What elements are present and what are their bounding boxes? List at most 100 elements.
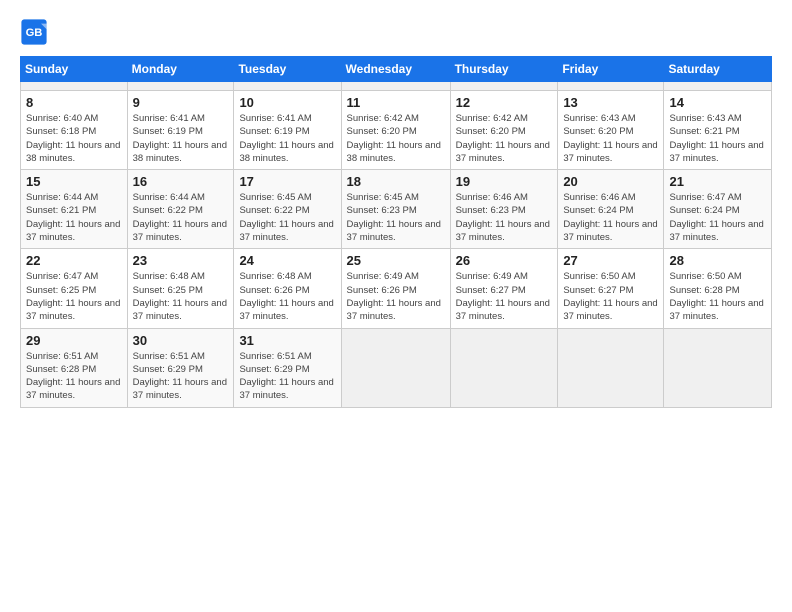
day-number: 8 [26,95,122,110]
day-info: Sunrise: 6:42 AMSunset: 6:20 PMDaylight:… [456,113,550,164]
day-info: Sunrise: 6:44 AMSunset: 6:22 PMDaylight:… [133,192,227,243]
day-info: Sunrise: 6:40 AMSunset: 6:18 PMDaylight:… [26,113,120,164]
day-number: 18 [347,174,445,189]
calendar-cell: 22 Sunrise: 6:47 AMSunset: 6:25 PMDaylig… [21,249,128,328]
day-number: 16 [133,174,229,189]
calendar-cell: 12 Sunrise: 6:42 AMSunset: 6:20 PMDaylig… [450,91,558,170]
day-info: Sunrise: 6:43 AMSunset: 6:21 PMDaylight:… [669,113,763,164]
day-number: 22 [26,253,122,268]
calendar-cell: 13 Sunrise: 6:43 AMSunset: 6:20 PMDaylig… [558,91,664,170]
day-info: Sunrise: 6:49 AMSunset: 6:27 PMDaylight:… [456,271,550,322]
calendar-cell [450,82,558,91]
calendar-cell: 27 Sunrise: 6:50 AMSunset: 6:27 PMDaylig… [558,249,664,328]
day-header-sunday: Sunday [21,57,128,82]
calendar-cell: 21 Sunrise: 6:47 AMSunset: 6:24 PMDaylig… [664,170,772,249]
week-row-1 [21,82,772,91]
week-row-3: 15 Sunrise: 6:44 AMSunset: 6:21 PMDaylig… [21,170,772,249]
calendar-cell: 26 Sunrise: 6:49 AMSunset: 6:27 PMDaylig… [450,249,558,328]
calendar-cell [558,328,664,407]
day-number: 12 [456,95,553,110]
day-info: Sunrise: 6:49 AMSunset: 6:26 PMDaylight:… [347,271,441,322]
day-number: 9 [133,95,229,110]
calendar-cell [21,82,128,91]
day-info: Sunrise: 6:46 AMSunset: 6:23 PMDaylight:… [456,192,550,243]
calendar-cell [234,82,341,91]
day-header-monday: Monday [127,57,234,82]
day-header-wednesday: Wednesday [341,57,450,82]
calendar-cell [127,82,234,91]
calendar-cell [558,82,664,91]
day-number: 17 [239,174,335,189]
calendar-cell: 15 Sunrise: 6:44 AMSunset: 6:21 PMDaylig… [21,170,128,249]
day-info: Sunrise: 6:51 AMSunset: 6:28 PMDaylight:… [26,351,120,402]
day-info: Sunrise: 6:51 AMSunset: 6:29 PMDaylight:… [133,351,227,402]
calendar-cell: 17 Sunrise: 6:45 AMSunset: 6:22 PMDaylig… [234,170,341,249]
day-info: Sunrise: 6:51 AMSunset: 6:29 PMDaylight:… [239,351,333,402]
calendar-cell: 30 Sunrise: 6:51 AMSunset: 6:29 PMDaylig… [127,328,234,407]
day-number: 20 [563,174,658,189]
day-info: Sunrise: 6:41 AMSunset: 6:19 PMDaylight:… [239,113,333,164]
day-number: 19 [456,174,553,189]
day-number: 13 [563,95,658,110]
calendar-cell: 20 Sunrise: 6:46 AMSunset: 6:24 PMDaylig… [558,170,664,249]
calendar-cell: 9 Sunrise: 6:41 AMSunset: 6:19 PMDayligh… [127,91,234,170]
day-info: Sunrise: 6:50 AMSunset: 6:27 PMDaylight:… [563,271,657,322]
day-number: 15 [26,174,122,189]
day-header-saturday: Saturday [664,57,772,82]
day-number: 21 [669,174,766,189]
day-info: Sunrise: 6:43 AMSunset: 6:20 PMDaylight:… [563,113,657,164]
day-number: 14 [669,95,766,110]
day-info: Sunrise: 6:45 AMSunset: 6:22 PMDaylight:… [239,192,333,243]
day-number: 26 [456,253,553,268]
calendar-cell: 16 Sunrise: 6:44 AMSunset: 6:22 PMDaylig… [127,170,234,249]
logo-icon: GB [20,18,48,46]
calendar-cell: 14 Sunrise: 6:43 AMSunset: 6:21 PMDaylig… [664,91,772,170]
week-row-2: 8 Sunrise: 6:40 AMSunset: 6:18 PMDayligh… [21,91,772,170]
calendar-cell: 28 Sunrise: 6:50 AMSunset: 6:28 PMDaylig… [664,249,772,328]
calendar-header-row: SundayMondayTuesdayWednesdayThursdayFrid… [21,57,772,82]
day-number: 31 [239,333,335,348]
calendar-cell [664,328,772,407]
calendar-cell [450,328,558,407]
calendar-cell: 8 Sunrise: 6:40 AMSunset: 6:18 PMDayligh… [21,91,128,170]
day-info: Sunrise: 6:44 AMSunset: 6:21 PMDaylight:… [26,192,120,243]
calendar-cell: 18 Sunrise: 6:45 AMSunset: 6:23 PMDaylig… [341,170,450,249]
day-info: Sunrise: 6:47 AMSunset: 6:25 PMDaylight:… [26,271,120,322]
svg-text:GB: GB [26,27,43,39]
calendar-cell: 24 Sunrise: 6:48 AMSunset: 6:26 PMDaylig… [234,249,341,328]
day-info: Sunrise: 6:41 AMSunset: 6:19 PMDaylight:… [133,113,227,164]
day-info: Sunrise: 6:42 AMSunset: 6:20 PMDaylight:… [347,113,441,164]
calendar-cell [341,82,450,91]
calendar-cell: 10 Sunrise: 6:41 AMSunset: 6:19 PMDaylig… [234,91,341,170]
week-row-5: 29 Sunrise: 6:51 AMSunset: 6:28 PMDaylig… [21,328,772,407]
day-number: 11 [347,95,445,110]
day-info: Sunrise: 6:48 AMSunset: 6:26 PMDaylight:… [239,271,333,322]
day-info: Sunrise: 6:50 AMSunset: 6:28 PMDaylight:… [669,271,763,322]
day-number: 25 [347,253,445,268]
calendar-cell: 23 Sunrise: 6:48 AMSunset: 6:25 PMDaylig… [127,249,234,328]
day-number: 30 [133,333,229,348]
day-number: 29 [26,333,122,348]
day-info: Sunrise: 6:48 AMSunset: 6:25 PMDaylight:… [133,271,227,322]
day-header-thursday: Thursday [450,57,558,82]
calendar-body: 8 Sunrise: 6:40 AMSunset: 6:18 PMDayligh… [21,82,772,408]
day-info: Sunrise: 6:45 AMSunset: 6:23 PMDaylight:… [347,192,441,243]
calendar-table: SundayMondayTuesdayWednesdayThursdayFrid… [20,56,772,408]
calendar-cell: 11 Sunrise: 6:42 AMSunset: 6:20 PMDaylig… [341,91,450,170]
calendar-cell [664,82,772,91]
page: GB SundayMondayTuesdayWednesdayThursdayF… [0,0,792,612]
header: GB [20,18,772,46]
calendar-cell [341,328,450,407]
day-number: 24 [239,253,335,268]
week-row-4: 22 Sunrise: 6:47 AMSunset: 6:25 PMDaylig… [21,249,772,328]
day-header-tuesday: Tuesday [234,57,341,82]
day-number: 28 [669,253,766,268]
calendar-cell: 31 Sunrise: 6:51 AMSunset: 6:29 PMDaylig… [234,328,341,407]
day-number: 27 [563,253,658,268]
calendar-cell: 25 Sunrise: 6:49 AMSunset: 6:26 PMDaylig… [341,249,450,328]
calendar-cell: 19 Sunrise: 6:46 AMSunset: 6:23 PMDaylig… [450,170,558,249]
day-number: 10 [239,95,335,110]
logo: GB [20,18,52,46]
day-info: Sunrise: 6:47 AMSunset: 6:24 PMDaylight:… [669,192,763,243]
day-number: 23 [133,253,229,268]
